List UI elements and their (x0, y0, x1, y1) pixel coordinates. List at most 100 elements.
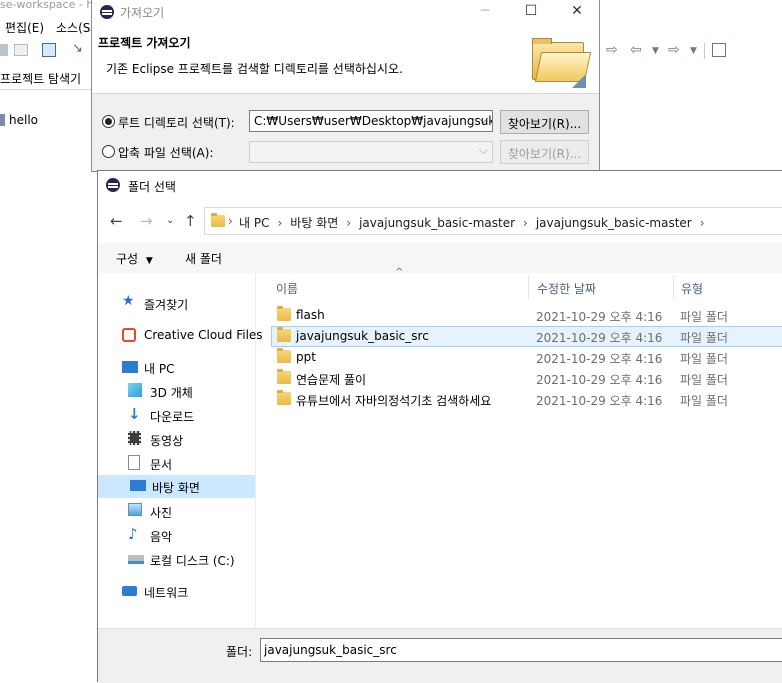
column-header: ^ 이름 수정한 날짜 유형 (257, 267, 782, 301)
recent-dropdown-icon[interactable]: ⌄ (166, 215, 174, 226)
folder-label: 폴더: (226, 645, 253, 659)
folder-select-dialog: 폴더 선택 ← → ⌄ ↑ › 내 PC › 바탕 화면 › javajungsuk_b… (97, 170, 782, 683)
breadcrumb-separator-icon: › (346, 216, 352, 230)
column-type[interactable]: 유형 (681, 280, 703, 297)
navigation-pane: ★ 즐겨찾기 Creative Cloud Files 내 PC 3D 개체 ↓… (98, 273, 263, 628)
forward-arrow-icon[interactable]: → (140, 212, 153, 230)
organize-label: 구성 (116, 252, 139, 266)
folder-icon (277, 306, 291, 321)
back-arrow-icon[interactable]: ← (110, 212, 123, 230)
network-icon (122, 586, 137, 596)
file-row[interactable]: ppt 2021-10-29 오후 4:16 파일 폴더 (271, 347, 782, 368)
nav-item-downloads[interactable]: ↓ 다운로드 (128, 405, 248, 427)
file-list: ^ 이름 수정한 날짜 유형 flash 2021-10-29 오후 4:16 … (257, 267, 782, 628)
nav-item-music[interactable]: ♪ 음악 (128, 525, 248, 547)
star-icon: ★ (122, 293, 135, 309)
nav-item-videos[interactable]: 동영상 (128, 429, 248, 451)
new-folder-button[interactable]: 새 폴더 (185, 250, 222, 267)
wizard-titlebar: 가져오기 ─ ☐ ✕ (92, 0, 599, 24)
breadcrumb-item[interactable]: 바탕 화면 (290, 216, 338, 230)
nav-item-local-disk[interactable]: 로컬 디스크 (C:) (128, 549, 248, 571)
organize-button[interactable]: 구성 ▼ (116, 250, 153, 267)
eclipse-window-title: se-workspace - h (0, 0, 94, 11)
file-row[interactable]: 연습문제 풀이 2021-10-29 오후 4:16 파일 폴더 (271, 368, 782, 389)
column-date[interactable]: 수정한 날짜 (537, 280, 596, 297)
nav-item-documents[interactable]: 문서 (128, 453, 248, 475)
breadcrumb[interactable]: › 내 PC › 바탕 화면 › javajungsuk_basic-master › ja… (204, 207, 782, 235)
forward-dropdown-icon[interactable]: ▼ (690, 46, 697, 56)
command-bar: 구성 ▼ 새 폴더 (98, 243, 782, 273)
drive-icon (128, 555, 144, 564)
chevron-down-icon: ▼ (145, 256, 153, 266)
import-wizard: 가져오기 ─ ☐ ✕ 프로젝트 가져오기 기존 Eclipse 프로젝트를 검색… (91, 0, 600, 172)
file-row[interactable]: flash 2021-10-29 오후 4:16 파일 폴더 (271, 305, 782, 326)
project-explorer-tab[interactable]: 프로젝트 탐색기 (0, 66, 92, 90)
minimize-icon[interactable]: ─ (462, 1, 508, 23)
dialog-footer: 폴더: javajungsuk_basic_src (98, 628, 782, 683)
folder-icon (277, 348, 291, 363)
folder-banner-icon (528, 30, 592, 88)
nav-item-this-pc[interactable]: 내 PC (122, 357, 252, 379)
root-dir-value: C:₩Users₩user₩Desktop₩javajungsuk_ba (254, 114, 493, 128)
wizard-header: 프로젝트 가져오기 기존 Eclipse 프로젝트를 검색할 디렉토리를 선택하… (92, 24, 599, 94)
nav-item-network[interactable]: 네트워크 (122, 581, 252, 603)
archive-combo[interactable]: ⌵ (249, 141, 493, 163)
breadcrumb-item[interactable]: javajungsuk_basic-master (536, 216, 692, 230)
column-name[interactable]: 이름 (276, 280, 298, 297)
breadcrumb-item[interactable]: javajungsuk_basic-master (359, 216, 515, 230)
back-history-icon[interactable]: ⇦ (630, 42, 642, 58)
picture-icon (128, 503, 142, 516)
forward-history-icon[interactable]: ⇨ (668, 42, 680, 58)
breadcrumb-separator-icon: › (228, 214, 233, 228)
toolbar-console-icon[interactable] (42, 43, 56, 57)
nav-item-3d-objects[interactable]: 3D 개체 (128, 381, 248, 403)
last-edit-icon[interactable]: ⇨ (606, 42, 618, 58)
root-dir-combo[interactable]: C:₩Users₩user₩Desktop₩javajungsuk_ba ⌵ (249, 110, 493, 132)
archive-radio[interactable] (102, 145, 115, 158)
folder-icon (277, 390, 291, 405)
desktop-icon (130, 480, 146, 491)
breadcrumb-separator-icon: › (699, 216, 705, 230)
eclipse-menubar: 편집(E) 소스(S (0, 14, 92, 38)
column-divider[interactable] (528, 275, 529, 299)
close-icon[interactable]: ✕ (554, 1, 600, 23)
root-dir-label: 루트 디렉토리 선택(T): (118, 116, 235, 130)
wizard-title: 가져오기 (120, 6, 165, 20)
up-arrow-icon[interactable]: ↑ (184, 212, 197, 230)
folder-name-input[interactable]: javajungsuk_basic_src (260, 638, 782, 662)
document-icon (128, 455, 140, 470)
address-bar: ← → ⌄ ↑ › 내 PC › 바탕 화면 › javajungsuk_basic-m… (98, 203, 782, 239)
column-divider[interactable] (673, 275, 674, 299)
file-row[interactable]: 유튜브에서 자바의정석기초 검색하세요 2021-10-29 오후 4:16 파… (271, 389, 782, 410)
wizard-description: 기존 Eclipse 프로젝트를 검색할 디렉토리를 선택하십시오. (106, 62, 403, 76)
nav-item-pictures[interactable]: 사진 (128, 501, 248, 523)
eclipse-toolbar-right: ⇨ ⇦ ▼ ⇨ ▼ (600, 38, 782, 64)
project-icon (0, 114, 5, 126)
file-row-selected[interactable]: javajungsuk_basic_src 2021-10-29 오후 4:16… (271, 326, 782, 347)
breadcrumb-item[interactable]: 내 PC (239, 216, 269, 230)
menu-edit[interactable]: 편집(E) (5, 19, 44, 36)
nav-item-favorites[interactable]: ★ 즐겨찾기 (122, 293, 252, 315)
back-dropdown-icon[interactable]: ▼ (652, 46, 659, 56)
browse-root-button[interactable]: 찾아보기(R)... (500, 110, 589, 134)
toolbar-save-all-icon[interactable] (14, 44, 28, 56)
toolbar-save-icon[interactable] (0, 44, 8, 56)
project-explorer-tab-label: 프로젝트 탐색기 (0, 72, 82, 86)
browse-archive-button[interactable]: 찾아보기(R)... (500, 140, 589, 164)
toolbar-divider (704, 43, 705, 59)
root-dir-radio[interactable] (102, 115, 115, 128)
eclipse-toolbar-left: ↘ (0, 38, 92, 64)
nav-item-desktop[interactable]: 바탕 화면 (98, 475, 255, 498)
wizard-heading: 프로젝트 가져오기 (98, 36, 191, 50)
menu-source[interactable]: 소스(S (56, 19, 90, 36)
chevron-down-icon: ⌵ (478, 112, 488, 126)
chevron-down-icon: ⌵ (478, 143, 488, 157)
open-perspective-icon[interactable] (712, 43, 726, 57)
music-icon: ♪ (128, 525, 138, 543)
maximize-icon[interactable]: ☐ (508, 1, 554, 23)
nav-item-creative-cloud[interactable]: Creative Cloud Files (122, 325, 263, 347)
dialog-title: 폴더 선택 (128, 180, 176, 194)
toolbar-link-icon[interactable]: ↘ (72, 41, 83, 56)
breadcrumb-separator-icon: › (523, 216, 528, 230)
project-name: hello (9, 113, 38, 127)
